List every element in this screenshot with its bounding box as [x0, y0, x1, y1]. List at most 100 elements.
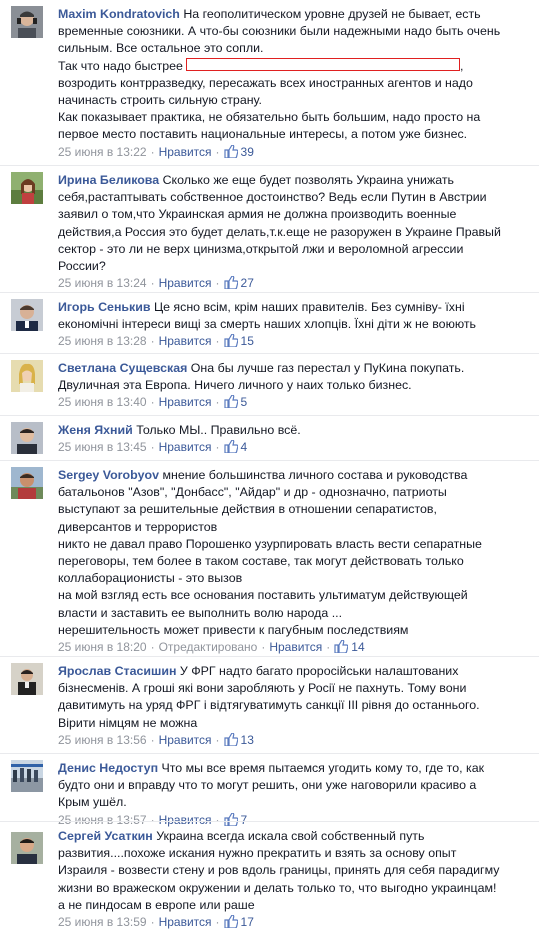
comment-author[interactable]: Денис Недоступ [58, 761, 158, 775]
comment-text: Це ясно всім, крім наших правителів. Без… [153, 300, 465, 314]
like-count[interactable]: 14 [334, 640, 365, 654]
like-button[interactable]: Нравится [159, 733, 212, 747]
comment-text: России? [58, 259, 106, 274]
comment-text: выступают за решительные действия в отно… [58, 502, 437, 517]
comment-author[interactable]: Женя Яхний [58, 423, 133, 437]
comment-meta: 25 июня в 13:40 · Нравится · 5 [58, 394, 533, 411]
comment: Игорь Сенькив Це ясно всім, крім наших п… [0, 292, 539, 353]
comment-author[interactable]: Sergey Vorobyov [58, 468, 159, 482]
comment-author[interactable]: Сергей Усаткин [58, 829, 153, 843]
comment-text: а не пиндосам в европе или раше [58, 897, 255, 912]
comment-text: переговоры, тем более в таком составе, т… [58, 554, 464, 569]
like-button[interactable]: Нравится [159, 145, 212, 159]
comment-meta: 25 июня в 13:59 · Нравится · 17 [58, 914, 533, 931]
avatar[interactable] [11, 6, 43, 38]
comment-meta: 25 июня в 13:56 · Нравится · 13 [58, 732, 533, 749]
comment: Светлана Сущевская Она бы лучше газ пере… [0, 353, 539, 415]
separator: · [150, 440, 155, 455]
comment-text: никто не давал право Порошенко узурпиров… [58, 536, 482, 551]
comment-text: заявил о том,что Украинская армия не дол… [58, 207, 457, 222]
comment-text: Вірити німцям не можна [58, 715, 198, 730]
avatar[interactable] [11, 760, 43, 792]
like-button[interactable]: Нравится [269, 640, 322, 654]
comment-timestamp[interactable]: 25 июня в 13:22 [58, 145, 147, 159]
comment-author[interactable]: Игорь Сенькив [58, 300, 150, 314]
comment-author[interactable]: Ярослав Стасишин [58, 664, 176, 678]
avatar[interactable] [11, 663, 43, 695]
separator: · [150, 640, 155, 655]
comment-author[interactable]: Maxim Kondratovich [58, 7, 180, 21]
separator: · [150, 334, 155, 349]
comment-text: Израиля - возвести стену и ров вдоль гра… [58, 863, 500, 878]
like-count[interactable]: 4 [223, 440, 247, 454]
like-count[interactable]: 5 [223, 395, 247, 409]
avatar[interactable] [11, 360, 43, 392]
comment-text: економічні інтереси вищі за смерть наших… [58, 317, 477, 332]
comment-text: Сколько же еще будет позволять Украина у… [162, 173, 454, 187]
thumbs-up-icon [223, 276, 238, 290]
comment-timestamp[interactable]: 25 июня в 13:56 [58, 733, 147, 747]
like-button[interactable]: Нравится [159, 915, 212, 929]
comment-author[interactable]: Светлана Сущевская [58, 361, 187, 375]
comment-text: Что мы все время пытаемся угодить кому т… [161, 761, 485, 775]
like-button[interactable]: Нравится [159, 276, 212, 290]
comment-text: батальонов "Азов", "Донбасс", "Айдар" и … [58, 485, 447, 500]
comment-meta: 25 июня в 13:28 · Нравится · 15 [58, 333, 533, 350]
like-count[interactable]: 13 [223, 732, 254, 747]
avatar[interactable] [11, 299, 43, 331]
like-count[interactable]: 15 [223, 334, 254, 348]
comment-text: себя,растаптывать собственное достоинств… [58, 190, 487, 205]
comment-author[interactable]: Ирина Беликова [58, 173, 159, 187]
comment-text: начинасть строить сильную страну. [58, 93, 262, 108]
separator: · [150, 732, 155, 747]
comment-text: На геополитическом уровне друзей не быва… [183, 7, 481, 21]
comment-timestamp[interactable]: 25 июня в 13:24 [58, 276, 147, 290]
comment-timestamp[interactable]: 25 июня в 13:45 [58, 440, 147, 454]
like-count[interactable]: 27 [223, 276, 254, 290]
comment-text: Украина всегда искала свой собственный п… [156, 829, 425, 843]
comment-meta: 25 июня в 13:22 · Нравится · 39 [58, 144, 533, 161]
separator: · [150, 144, 155, 159]
comment-text: Так что надо быстрее [58, 58, 183, 73]
separator: · [215, 395, 220, 410]
edited-label[interactable]: Отредактировано [159, 640, 258, 654]
avatar[interactable] [11, 832, 43, 864]
comment-text: У ФРГ надто багато проросійськи налаштов… [179, 664, 459, 678]
comment: Ирина Беликова Сколько же еще будет позв… [0, 165, 539, 292]
separator: · [150, 915, 155, 930]
thumbs-up-icon [223, 144, 238, 158]
comment-text: жизни во вражеском окружении и делать то… [58, 880, 497, 895]
comment-text: мнение большинства личного состава и рук… [162, 468, 468, 482]
like-count[interactable]: 39 [223, 144, 254, 159]
thumbs-up-icon [223, 440, 238, 454]
separator: · [215, 144, 220, 159]
comment-timestamp[interactable]: 25 июня в 13:59 [58, 915, 147, 929]
comment-text: будто они и вправду что то могут решить,… [58, 778, 477, 793]
comment-text: власти и заставить ее выполнить волю нар… [58, 605, 343, 620]
comment-list: Maxim Kondratovich На геополитическом ур… [0, 0, 539, 932]
avatar[interactable] [11, 422, 43, 454]
like-count[interactable]: 17 [223, 915, 254, 929]
comment-text: , [459, 58, 464, 73]
separator: · [215, 440, 220, 455]
like-button[interactable]: Нравится [159, 440, 212, 454]
comment-text: коллаборационисты - это вызов [58, 571, 243, 586]
avatar[interactable] [11, 172, 43, 204]
comment-text: нерешительность может привести к пагубны… [58, 622, 409, 637]
comment-text: на мой взгляд есть все основания постави… [58, 588, 468, 603]
comment-meta: 25 июня в 18:20 · Отредактировано · Нравится… [58, 639, 533, 656]
comment-text: сильным. Все остальное это сопли. [58, 41, 264, 56]
comment-meta: 25 июня в 13:45 · Нравится · 4 [58, 439, 533, 456]
like-button[interactable]: Нравится [159, 334, 212, 348]
comment-text: Крым ушёл. [58, 795, 127, 810]
separator: · [261, 640, 266, 655]
separator: · [215, 276, 220, 291]
avatar[interactable] [11, 467, 43, 499]
redaction-box [185, 57, 460, 71]
comment-text: действия,а Россия это будет делать,т.к.е… [58, 224, 501, 239]
comment-timestamp[interactable]: 25 июня в 13:28 [58, 334, 147, 348]
like-button[interactable]: Нравится [159, 395, 212, 409]
comment-timestamp[interactable]: 25 июня в 18:20 [58, 640, 147, 654]
comment-timestamp[interactable]: 25 июня в 13:40 [58, 395, 147, 409]
comment-text: Она бы лучше газ перестал у ПуКина покуп… [190, 361, 465, 375]
